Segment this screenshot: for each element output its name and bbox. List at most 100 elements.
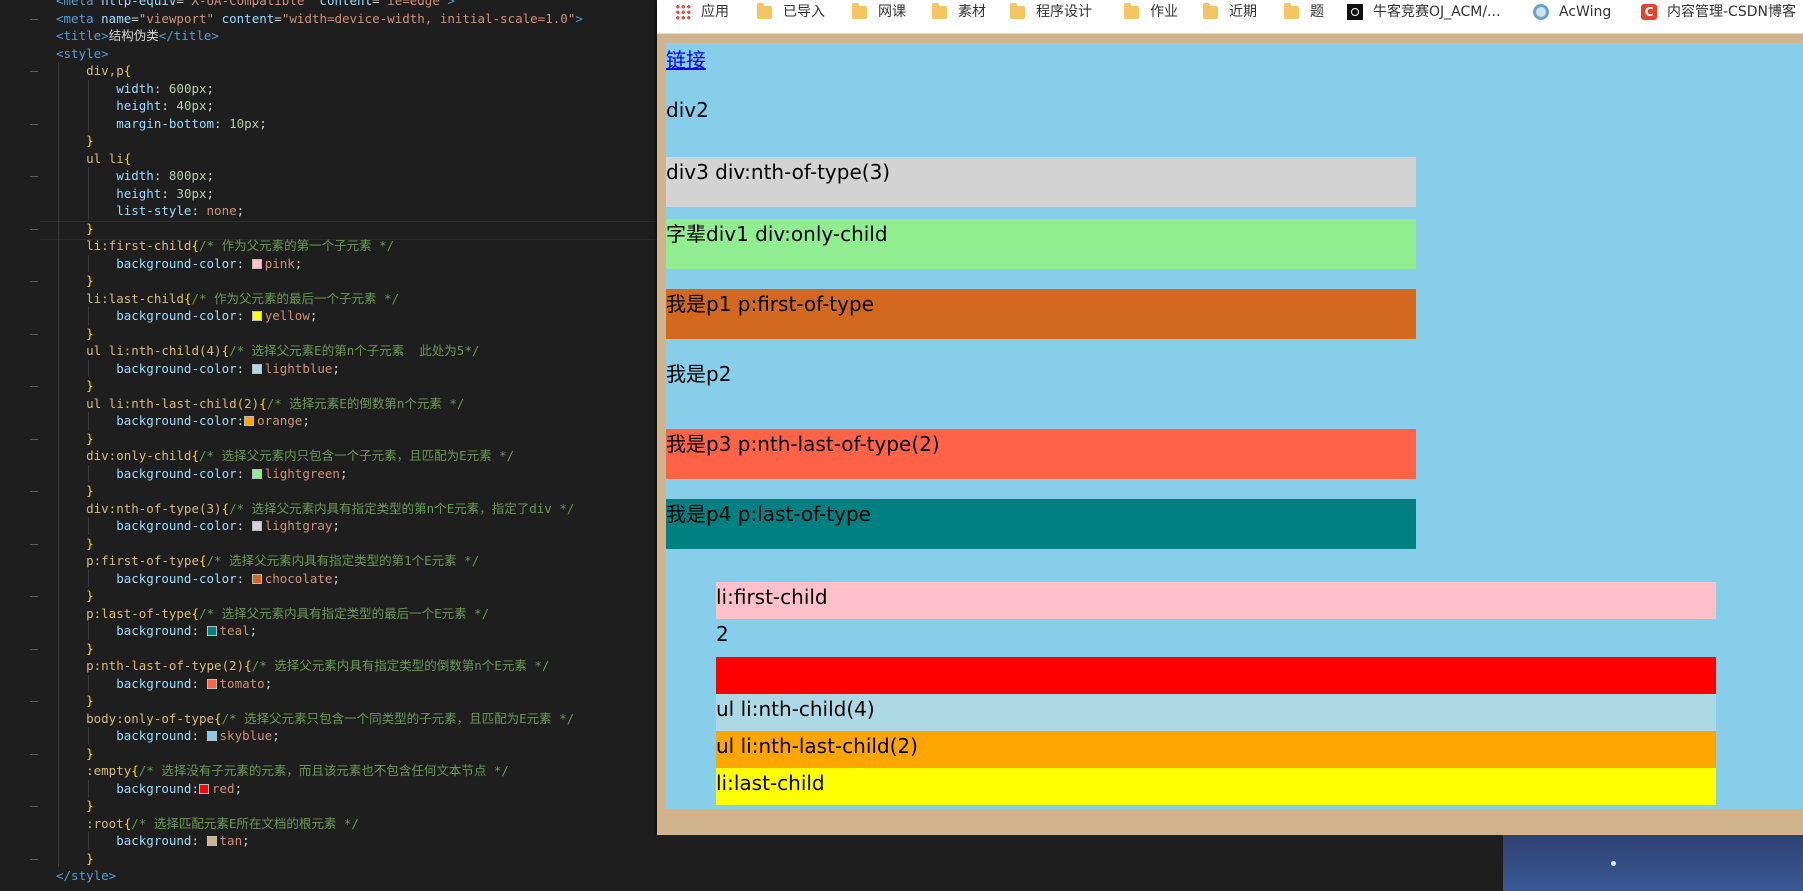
code-token: 600px	[168, 80, 207, 96]
code-token: }	[56, 325, 94, 341]
code-token: :	[153, 168, 169, 183]
code-line: div,p{	[56, 62, 131, 80]
bookmarks-bar: 应用 已导入 网课 素材 程序设计 作业 近期 题 牛客竞赛OJ_ACM/... AcWing C 内…	[657, 0, 1803, 34]
code-line: body:only-of-type{/* 选择父元素只包含一个同类型的子元素，且…	[56, 709, 574, 727]
apps-icon	[675, 4, 691, 20]
gutter-marker	[30, 806, 38, 807]
code-token: "viewport"	[138, 10, 215, 26]
code-token: /* 选择没有子元素的元素，而且该元素也不包含任何文本节点 */	[138, 763, 509, 778]
indent-guide	[58, 517, 59, 535]
code-token: width	[56, 168, 154, 183]
div2-block: div2	[666, 98, 709, 122]
code-token: background-color	[56, 465, 237, 481]
code-token: }	[56, 535, 94, 551]
code-token: <meta	[56, 0, 102, 8]
code-token: {	[191, 605, 199, 621]
code-token: ;	[272, 728, 280, 743]
code-token: ;	[302, 413, 310, 428]
code-token: ;	[234, 780, 243, 796]
p1-block: 我是p1 p:first-of-type	[666, 289, 1416, 339]
color-swatch[interactable]	[206, 836, 217, 846]
indent-guide	[58, 429, 59, 447]
code-token: ;	[206, 80, 215, 96]
color-swatch[interactable]	[251, 521, 262, 531]
code-line: }	[56, 429, 94, 447]
indent-guide	[88, 569, 90, 587]
code-token: background	[56, 623, 192, 638]
code-token: :	[214, 115, 230, 131]
indent-guide	[58, 849, 59, 867]
indent-guide	[58, 709, 59, 727]
code-token: teal	[219, 623, 250, 638]
code-token: li:first-child	[56, 238, 192, 253]
code-token: 10px	[229, 115, 260, 131]
code-token: p:first-of-type	[56, 553, 199, 568]
color-swatch[interactable]	[251, 363, 262, 374]
code-token: /* 选择父元素内具有指定类型的第n个E元素，指定了div */	[229, 500, 575, 516]
code-token: li:last-child	[56, 290, 184, 306]
gutter-marker	[30, 176, 38, 177]
code-editor[interactable]: <meta http-equiv="X-UA-Compatible" conte…	[0, 0, 657, 891]
color-swatch[interactable]	[244, 416, 255, 426]
list-item-last: li:last-child	[716, 768, 1716, 805]
indent-guide	[58, 639, 59, 657]
code-token: {	[259, 395, 267, 411]
code-token: background	[56, 728, 192, 743]
color-swatch[interactable]	[206, 626, 217, 636]
color-swatch[interactable]	[251, 468, 262, 479]
color-swatch[interactable]	[251, 573, 262, 584]
child-div1-block: 字辈div1 div:only-child	[666, 219, 1416, 269]
demo-link[interactable]: 链接	[666, 45, 706, 75]
code-token: ul li:nth-last-child(2)	[56, 395, 260, 411]
code-line: margin-bottom: 10px;	[56, 114, 267, 132]
indent-guide	[58, 814, 59, 832]
page-viewport[interactable]: 链接 div2 div3 div:nth-of-type(3) 字辈div1 d…	[666, 43, 1803, 809]
code-token: }	[56, 273, 94, 288]
code-token: }	[56, 378, 94, 393]
code-token: div:only-child	[56, 448, 192, 463]
code-token: ;	[332, 360, 340, 376]
code-token: "X-UA-Compatible"	[183, 0, 312, 8]
indent-guide	[88, 464, 90, 482]
code-line: background: tan;	[56, 832, 250, 850]
code-token: =	[274, 10, 282, 26]
code-line: }	[56, 132, 94, 150]
indent-guide	[88, 412, 90, 430]
indent-guide	[88, 202, 90, 220]
indent-guide	[58, 184, 59, 202]
code-token: =	[131, 10, 139, 26]
color-swatch[interactable]	[251, 311, 262, 321]
indent-guide	[58, 657, 59, 675]
code-token: :	[191, 728, 207, 743]
list-item-nth-child-4: ul li:nth-child(4)	[716, 694, 1716, 731]
code-line: }	[56, 639, 94, 657]
indent-guide	[88, 674, 90, 692]
code-token: ;	[339, 465, 348, 481]
color-swatch[interactable]	[251, 258, 262, 269]
code-line: li:last-child{/* 作为父元素的最后一个子元素 */	[56, 289, 399, 307]
gutter-marker	[30, 71, 38, 72]
code-token: 结构伪类	[108, 28, 159, 43]
code-token: {	[199, 553, 207, 568]
code-token: div,p	[56, 63, 124, 78]
indent-guide	[88, 832, 90, 850]
indent-guide	[88, 727, 90, 745]
color-swatch[interactable]	[206, 731, 217, 741]
bookmark-label: 应用	[701, 4, 729, 20]
indent-guide	[88, 254, 90, 272]
code-token: }	[56, 640, 94, 656]
code-line: li:first-child{/* 作为父元素的第一个子元素 */	[56, 237, 394, 255]
code-token: }	[56, 220, 94, 236]
indent-guide	[58, 79, 59, 97]
code-token: body:only-of-type	[56, 710, 215, 726]
bookmark-label: 作业	[1150, 4, 1178, 20]
code-token: pink	[264, 255, 295, 271]
code-token: ;	[206, 98, 215, 113]
code-line: }	[56, 272, 94, 290]
code-token: ;	[249, 623, 258, 638]
indent-guide	[58, 359, 59, 377]
color-swatch[interactable]	[206, 678, 217, 689]
code-line: }	[56, 219, 94, 237]
color-swatch[interactable]	[199, 783, 209, 794]
code-token: background	[56, 780, 192, 796]
